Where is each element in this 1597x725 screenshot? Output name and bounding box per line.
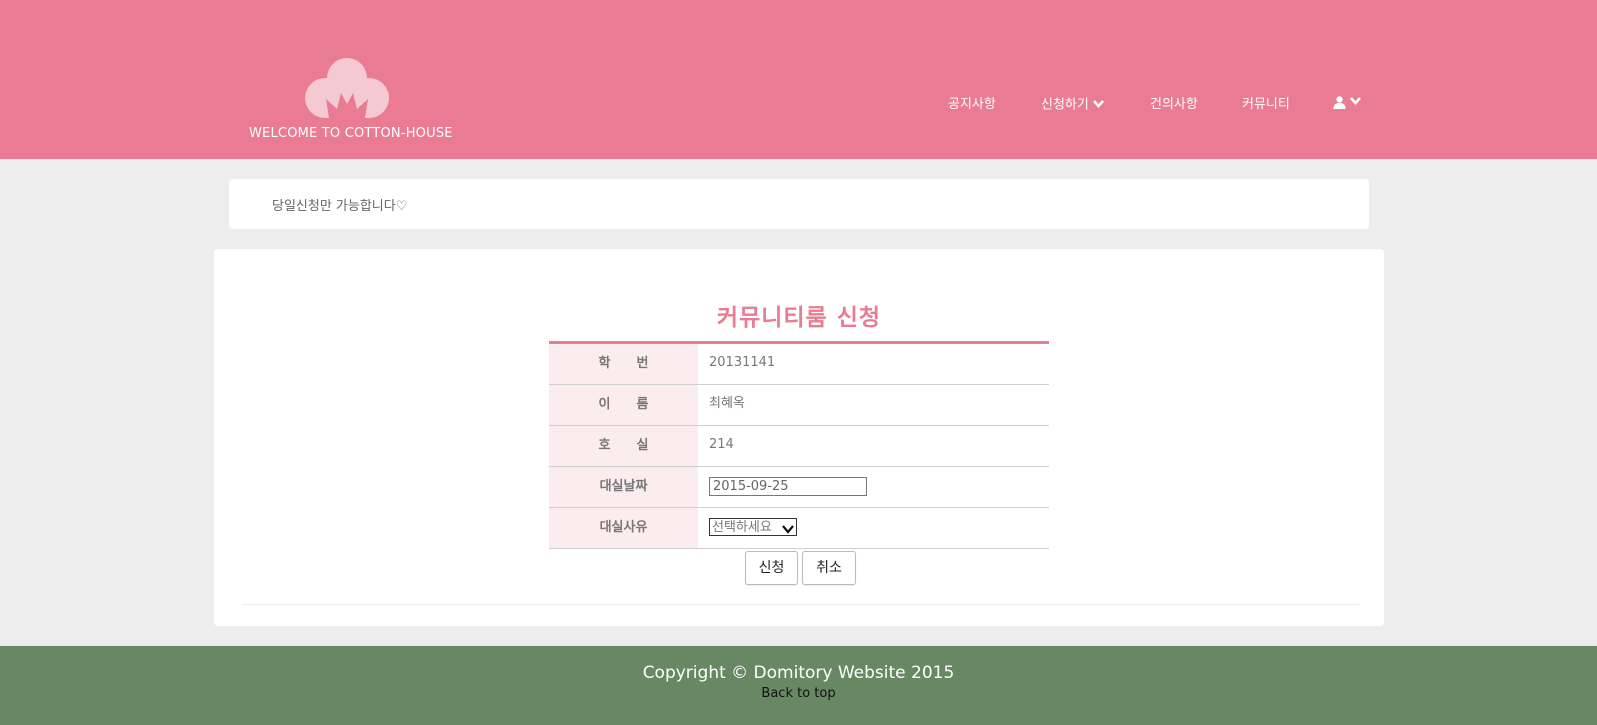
- form-row-room: 호 실 214: [549, 426, 1049, 467]
- student-id-value: 20131141: [709, 355, 776, 370]
- cancel-button[interactable]: 취소: [802, 551, 856, 585]
- notice-banner: 당일신청만 가능합니다♡: [229, 179, 1369, 229]
- back-to-top-link[interactable]: Back to top: [0, 686, 1597, 701]
- select-value: 선택하세요: [712, 520, 772, 535]
- field-label: 대실날짜: [549, 467, 698, 507]
- nav-item-user-menu[interactable]: [1333, 92, 1361, 113]
- rental-date-input[interactable]: [709, 477, 867, 496]
- form-row-student-id: 학 번 20131141: [549, 344, 1049, 385]
- nav-item-label: 공지사항: [948, 97, 996, 112]
- chevron-down-icon: [782, 522, 794, 540]
- page-title: 커뮤니티룸 신청: [716, 305, 882, 331]
- field-label: 이 름: [549, 385, 698, 425]
- nav-item-label: 커뮤니티: [1242, 97, 1290, 112]
- chevron-down-icon: [1350, 92, 1361, 112]
- form-row-reason: 대실사유 선택하세요: [549, 508, 1049, 549]
- nav-item-community[interactable]: 커뮤니티: [1242, 95, 1290, 115]
- site-header: WELCOME TO COTTON-HOUSE 공지사항 신청하기 건의사항 커…: [0, 0, 1597, 159]
- site-footer: Copyright © Domitory Website 2015 Back t…: [0, 646, 1597, 725]
- rental-reason-select[interactable]: 선택하세요: [709, 518, 797, 536]
- form-row-name: 이 름 최혜옥: [549, 385, 1049, 426]
- copyright-text: Copyright © Domitory Website 2015: [642, 663, 955, 683]
- field-label: 대실사유: [549, 508, 698, 548]
- user-icon: [1333, 95, 1346, 110]
- name-value: 최혜옥: [709, 396, 745, 411]
- field-label: 학 번: [549, 344, 698, 384]
- nav-item-notices[interactable]: 공지사항: [948, 95, 996, 115]
- nav-item-label: 신청하기: [1041, 97, 1089, 113]
- logo-text: WELCOME TO COTTON-HOUSE: [249, 126, 453, 141]
- submit-button[interactable]: 신청: [745, 551, 798, 585]
- divider: [242, 604, 1359, 605]
- form-row-date: 대실날짜: [549, 467, 1049, 508]
- nav-item-apply[interactable]: 신청하기: [1041, 95, 1104, 116]
- application-card: 커뮤니티룸 신청 학 번 20131141 이 름 최혜옥 호 실 214 대실…: [214, 249, 1384, 626]
- main-nav: 공지사항 신청하기 건의사항 커뮤니티: [0, 95, 1597, 119]
- field-label: 호 실: [549, 426, 698, 466]
- nav-item-suggestions[interactable]: 건의사항: [1150, 95, 1198, 115]
- nav-item-label: 건의사항: [1150, 97, 1198, 112]
- chevron-down-icon: [1092, 95, 1104, 115]
- room-value: 214: [709, 437, 734, 452]
- notice-text: 당일신청만 가능합니다♡: [272, 199, 408, 214]
- application-form: 학 번 20131141 이 름 최혜옥 호 실 214 대실날짜 대실사유 선…: [549, 341, 1049, 549]
